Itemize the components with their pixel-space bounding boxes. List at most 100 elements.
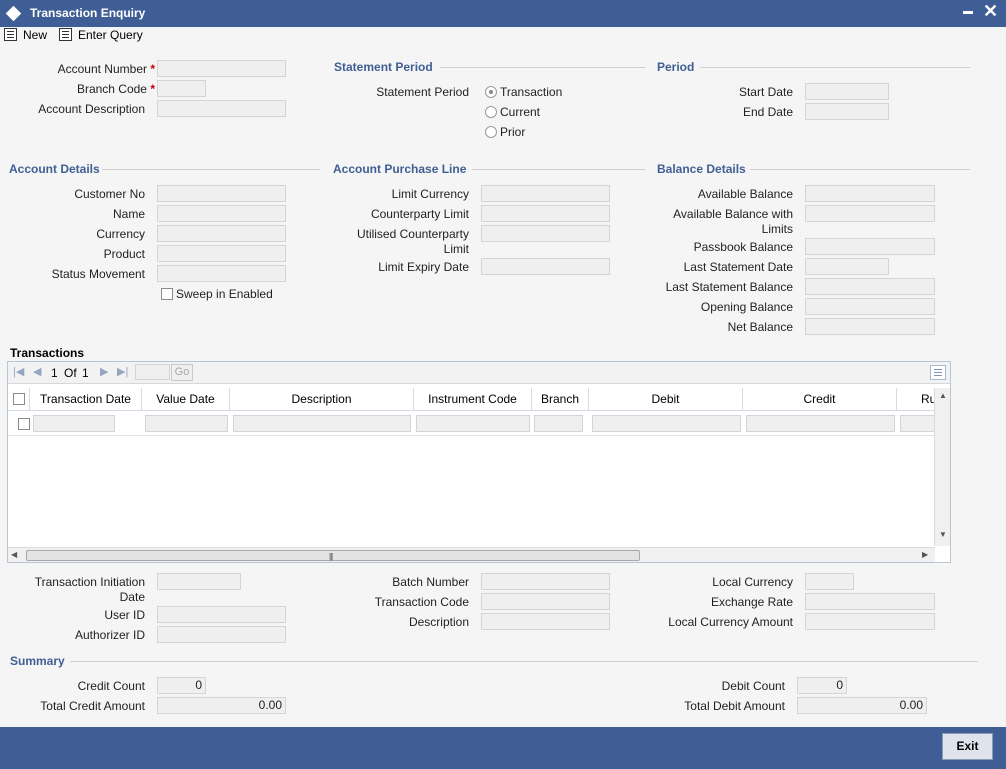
title-bar: Transaction Enquiry ✕: [0, 0, 1006, 27]
net-balance-label: Net Balance: [727, 320, 793, 334]
cell-branch[interactable]: [534, 415, 583, 432]
transaction-initiation-date-input[interactable]: [157, 573, 241, 590]
net-balance-input[interactable]: [805, 318, 935, 335]
new-button[interactable]: New: [4, 28, 47, 42]
customer-no-input[interactable]: [157, 185, 286, 202]
counterparty-limit-input[interactable]: [481, 205, 610, 222]
debit-count-value[interactable]: 0: [797, 677, 847, 694]
local-currency-label: Local Currency: [712, 575, 793, 589]
cell-value-date[interactable]: [145, 415, 228, 432]
first-page-icon[interactable]: |◀: [13, 365, 24, 378]
section-divider: [472, 169, 645, 170]
select-all-cell: [8, 388, 30, 410]
section-divider: [102, 169, 320, 170]
account-description-input[interactable]: [157, 100, 286, 117]
toolbar: New Enter Query: [0, 27, 1006, 47]
col-branch[interactable]: Branch: [532, 388, 589, 410]
local-currency-amount-label: Local Currency Amount: [668, 615, 793, 629]
radio-transaction[interactable]: Transaction: [485, 85, 562, 99]
local-currency-amount-input[interactable]: [805, 613, 935, 630]
enter-query-button[interactable]: Enter Query: [59, 28, 143, 42]
row-checkbox[interactable]: [18, 418, 30, 430]
counterparty-limit-label: Counterparty Limit: [370, 207, 469, 221]
col-credit[interactable]: Credit: [743, 388, 897, 410]
account-number-input[interactable]: [157, 60, 286, 77]
credit-count-value[interactable]: 0: [157, 677, 206, 694]
scroll-up-icon[interactable]: ▲: [939, 391, 947, 400]
last-statement-date-label: Last Statement Date: [683, 260, 793, 274]
cell-transaction-date[interactable]: [33, 415, 115, 432]
cell-debit[interactable]: [592, 415, 741, 432]
currency-label: Currency: [96, 227, 145, 241]
transactions-heading: Transactions: [10, 346, 85, 360]
currency-input[interactable]: [157, 225, 286, 242]
limit-currency-input[interactable]: [481, 185, 610, 202]
available-balance-limits-input[interactable]: [805, 205, 935, 222]
authorizer-id-input[interactable]: [157, 626, 286, 643]
col-transaction-date[interactable]: Transaction Date: [30, 388, 142, 410]
radio-prior[interactable]: Prior: [485, 125, 525, 139]
start-date-input[interactable]: [805, 83, 889, 100]
column-list-icon[interactable]: [930, 365, 946, 380]
go-button[interactable]: Go: [171, 364, 193, 381]
exchange-rate-input[interactable]: [805, 593, 935, 610]
cell-description[interactable]: [233, 415, 411, 432]
last-page-icon[interactable]: ▶|: [117, 365, 128, 378]
user-id-label: User ID: [104, 608, 145, 622]
section-divider: [440, 67, 645, 68]
passbook-balance-input[interactable]: [805, 238, 935, 255]
utilised-limit-input[interactable]: [481, 225, 610, 242]
end-date-input[interactable]: [805, 103, 889, 120]
name-label: Name: [112, 207, 145, 221]
col-description[interactable]: Description: [230, 388, 414, 410]
total-debit-amount-value[interactable]: 0.00: [797, 697, 927, 714]
total-credit-amount-value[interactable]: 0.00: [157, 697, 286, 714]
cell-instrument-code[interactable]: [416, 415, 530, 432]
local-currency-input[interactable]: [805, 573, 854, 590]
cell-credit[interactable]: [746, 415, 895, 432]
sweep-in-enabled-checkbox[interactable]: Sweep in Enabled: [161, 287, 273, 301]
scroll-down-icon[interactable]: ▼: [939, 530, 947, 539]
last-statement-balance-input[interactable]: [805, 278, 935, 295]
opening-balance-input[interactable]: [805, 298, 935, 315]
new-icon: [4, 28, 17, 41]
available-balance-input[interactable]: [805, 185, 935, 202]
previous-page-icon[interactable]: ◀: [33, 365, 41, 378]
cell-running-balance[interactable]: [900, 415, 935, 432]
col-running-balance[interactable]: Ru: [897, 388, 935, 410]
close-icon[interactable]: ✕: [983, 1, 998, 21]
col-debit[interactable]: Debit: [589, 388, 743, 410]
user-id-input[interactable]: [157, 606, 286, 623]
next-page-icon[interactable]: ▶: [100, 365, 108, 378]
scrollbar-thumb[interactable]: |||: [26, 550, 640, 561]
name-input[interactable]: [157, 205, 286, 222]
col-value-date[interactable]: Value Date: [142, 388, 230, 410]
required-mark: *: [150, 62, 155, 76]
limit-expiry-label: Limit Expiry Date: [378, 260, 469, 274]
limit-expiry-input[interactable]: [481, 258, 610, 275]
batch-number-input[interactable]: [481, 573, 610, 590]
grid-header: Transaction Date Value Date Description …: [8, 388, 935, 411]
last-statement-date-input[interactable]: [805, 258, 889, 275]
radio-selected-icon: [485, 86, 497, 98]
description-input[interactable]: [481, 613, 610, 630]
minimize-icon[interactable]: [963, 11, 973, 14]
branch-code-input[interactable]: [157, 80, 206, 97]
status-movement-input[interactable]: [157, 265, 286, 282]
branch-code-label: Branch Code *: [76, 82, 155, 96]
exit-button[interactable]: Exit: [942, 733, 993, 760]
product-input[interactable]: [157, 245, 286, 262]
section-divider: [700, 67, 970, 68]
product-label: Product: [103, 247, 145, 261]
page-number-input[interactable]: [135, 364, 170, 380]
radio-current[interactable]: Current: [485, 105, 540, 119]
horizontal-scrollbar[interactable]: ◀ ||| ▶: [8, 547, 935, 562]
col-instrument-code[interactable]: Instrument Code: [414, 388, 532, 410]
scroll-left-icon[interactable]: ◀: [11, 550, 17, 559]
statement-period-label: Statement Period: [376, 85, 469, 99]
app-diamond-icon: [5, 5, 22, 22]
select-all-checkbox[interactable]: [12, 393, 25, 405]
vertical-scrollbar[interactable]: ▲ ▼: [934, 388, 950, 546]
scroll-right-icon[interactable]: ▶: [922, 550, 928, 559]
transaction-code-input[interactable]: [481, 593, 610, 610]
